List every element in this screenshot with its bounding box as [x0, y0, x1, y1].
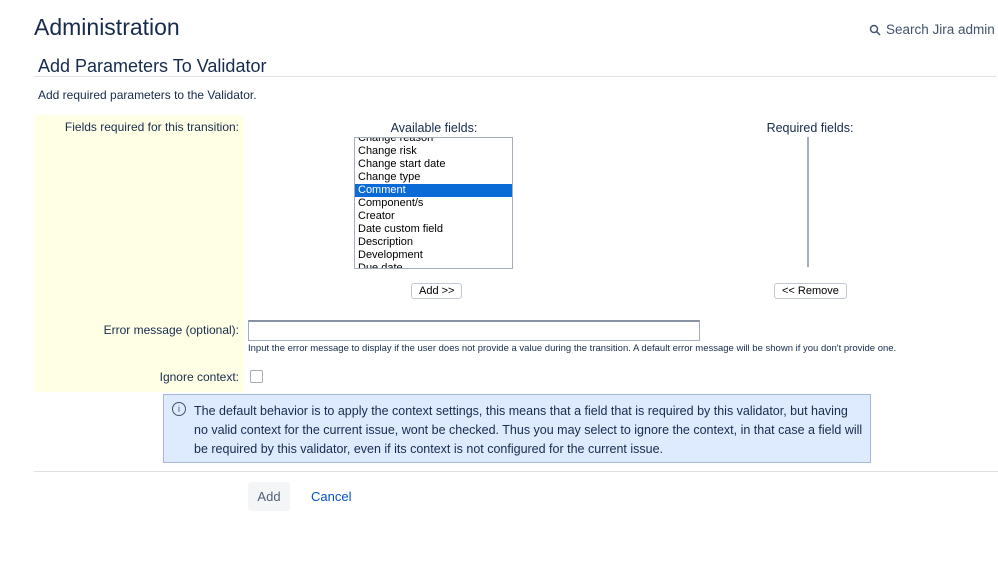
page-description: Add required parameters to the Validator…	[38, 88, 257, 102]
info-message: i The default behavior is to apply the c…	[163, 394, 871, 463]
available-field-option[interactable]: Date custom field	[355, 223, 512, 236]
ignore-context-checkbox[interactable]	[250, 370, 263, 383]
fields-required-label: Fields required for this transition:	[64, 120, 239, 134]
actions-divider	[34, 471, 998, 472]
available-field-option[interactable]: Development	[355, 249, 512, 262]
available-field-option[interactable]: Description	[355, 236, 512, 249]
required-fields-list[interactable]	[807, 137, 809, 267]
error-message-help: Input the error message to display if th…	[248, 343, 897, 354]
page-heading: Add Parameters To Validator	[38, 56, 267, 76]
available-fields-label: Available fields:	[390, 121, 478, 135]
info-icon: i	[172, 402, 186, 416]
search-jira-admin-link[interactable]: Search Jira admin	[869, 22, 995, 37]
available-field-option[interactable]: Comment	[355, 184, 512, 197]
available-field-option[interactable]: Creator	[355, 210, 512, 223]
search-label: Search Jira admin	[886, 22, 995, 37]
available-field-option[interactable]: Change type	[355, 171, 512, 184]
label-column	[34, 115, 244, 392]
error-message-label: Error message (optional):	[103, 323, 239, 337]
ignore-context-label: Ignore context:	[159, 370, 239, 384]
error-message-input[interactable]	[248, 320, 700, 341]
search-icon	[869, 24, 881, 36]
available-field-option[interactable]: Component/s	[355, 197, 512, 210]
add-field-button[interactable]: Add >>	[411, 283, 463, 299]
available-fields-list[interactable]: Change reason Change risk Change start dat…	[354, 137, 513, 269]
required-fields-label: Required fields:	[766, 121, 854, 135]
available-field-option[interactable]: Change start date	[355, 158, 512, 171]
available-field-option[interactable]: Due date	[355, 262, 512, 268]
available-field-option[interactable]: Change risk	[355, 145, 512, 158]
cancel-link[interactable]: Cancel	[311, 489, 351, 504]
add-button[interactable]: Add	[248, 482, 290, 511]
page-header-title: Administration	[34, 14, 180, 40]
available-field-option[interactable]: Change reason	[355, 138, 512, 145]
remove-field-button[interactable]: << Remove	[774, 283, 847, 299]
heading-divider	[34, 76, 996, 77]
info-text: The default behavior is to apply the con…	[194, 404, 863, 456]
